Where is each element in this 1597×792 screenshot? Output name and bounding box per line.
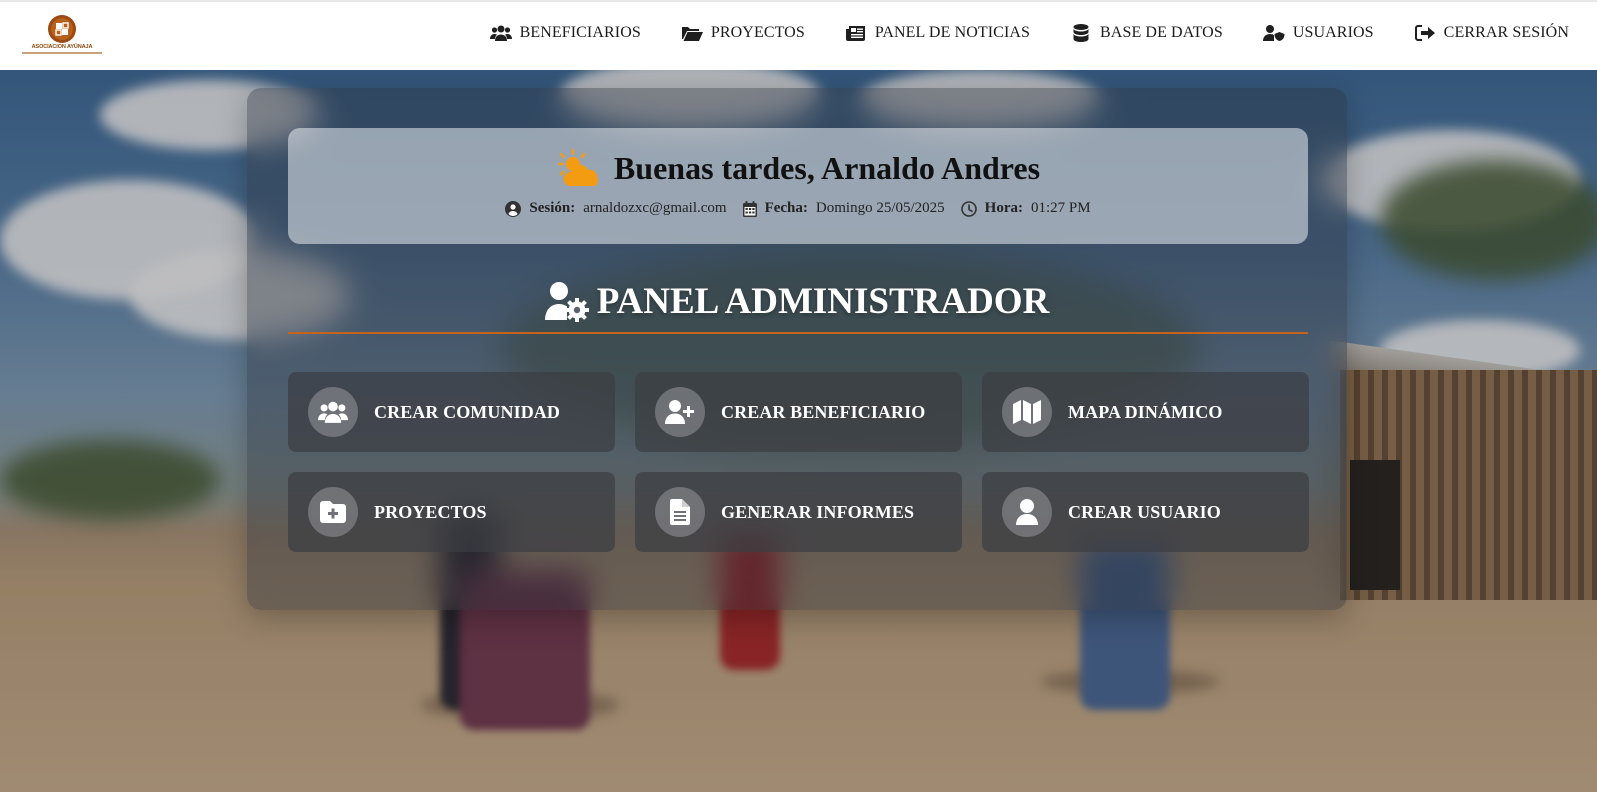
admin-actions-grid: CREAR COMUNIDAD CREAR BENEFICIARIO MAPA … <box>288 372 1309 552</box>
calendar-icon <box>742 200 757 217</box>
logo-text: ASOCIACION AYÜNAJA <box>31 44 93 50</box>
database-icon <box>1070 24 1092 42</box>
folder-plus-icon <box>308 487 358 537</box>
nav-label: USUARIOS <box>1292 24 1374 41</box>
heading-divider <box>288 332 1308 334</box>
session-info-email: Sesión: arnaldozxc@gmail.com <box>505 200 727 217</box>
users-icon <box>308 387 358 437</box>
action-label: CREAR BENEFICIARIO <box>721 401 926 422</box>
mapa-dinamico-button[interactable]: MAPA DINÁMICO <box>982 372 1309 452</box>
nav-label: BENEFICIARIOS <box>519 24 641 41</box>
main-nav: BENEFICIARIOS PROYECTOS PANEL DE NOTICIA… <box>450 24 1569 42</box>
dashboard-panel: Buenas tardes, Arnaldo Andres Sesión: ar… <box>247 88 1347 610</box>
map-icon <box>1002 387 1052 437</box>
user-circle-icon <box>505 200 522 217</box>
date-value: Domingo 25/05/2025 <box>815 200 945 216</box>
date-label: Fecha: <box>764 200 808 216</box>
generar-informes-button[interactable]: GENERAR INFORMES <box>635 472 962 552</box>
action-label: PROYECTOS <box>374 501 487 522</box>
logo-emblem-icon <box>48 15 76 43</box>
time-value: 01:27 PM <box>1031 200 1091 216</box>
user-cog-icon <box>544 281 589 322</box>
sign-out-icon <box>1414 24 1436 42</box>
user-shield-icon <box>1262 24 1285 42</box>
nav-label: PROYECTOS <box>710 24 805 41</box>
greeting-card: Buenas tardes, Arnaldo Andres Sesión: ar… <box>288 128 1308 244</box>
clock-icon <box>960 200 977 217</box>
proyectos-button[interactable]: PROYECTOS <box>288 472 615 552</box>
cloud-sun-icon <box>556 148 600 188</box>
admin-panel-title: PANEL ADMINISTRADOR <box>596 281 1050 322</box>
nav-usuarios[interactable]: USUARIOS <box>1262 24 1374 42</box>
user-icon <box>1002 487 1052 537</box>
time-label: Hora: <box>984 200 1023 216</box>
nav-proyectos[interactable]: PROYECTOS <box>681 24 805 42</box>
greeting-heading: Buenas tardes, Arnaldo Andres <box>288 148 1308 188</box>
organization-logo[interactable]: ASOCIACION AYÜNAJA <box>22 14 102 58</box>
logo-underline <box>22 52 102 54</box>
admin-panel-heading: PANEL ADMINISTRADOR <box>247 280 1347 323</box>
user-plus-icon <box>655 387 705 437</box>
nav-beneficiarios[interactable]: BENEFICIARIOS <box>489 24 641 42</box>
nav-base-de-datos[interactable]: BASE DE DATOS <box>1070 24 1223 42</box>
crear-comunidad-button[interactable]: CREAR COMUNIDAD <box>288 372 615 452</box>
session-label: Sesión: <box>529 200 576 216</box>
newspaper-icon <box>845 24 867 42</box>
action-label: MAPA DINÁMICO <box>1068 401 1223 422</box>
session-info-date: Fecha: Domingo 25/05/2025 <box>742 200 945 217</box>
session-info-time: Hora: 01:27 PM <box>960 200 1091 217</box>
action-label: GENERAR INFORMES <box>721 501 915 522</box>
users-icon <box>489 24 512 42</box>
nav-panel-de-noticias[interactable]: PANEL DE NOTICIAS <box>845 24 1030 42</box>
greeting-text: Buenas tardes, Arnaldo Andres <box>613 149 1041 186</box>
top-navigation-bar: ASOCIACION AYÜNAJA BENEFICIARIOS PROYECT… <box>0 0 1597 70</box>
nav-label: BASE DE DATOS <box>1100 24 1223 41</box>
folder-open-icon <box>681 24 703 42</box>
nav-cerrar-sesion[interactable]: CERRAR SESIÓN <box>1414 24 1569 42</box>
crear-beneficiario-button[interactable]: CREAR BENEFICIARIO <box>635 372 962 452</box>
session-info: Sesión: arnaldozxc@gmail.com Fecha: Domi… <box>288 200 1308 217</box>
crear-usuario-button[interactable]: CREAR USUARIO <box>982 472 1309 552</box>
action-label: CREAR COMUNIDAD <box>374 401 560 422</box>
nav-label: PANEL DE NOTICIAS <box>874 24 1031 41</box>
nav-label: CERRAR SESIÓN <box>1443 24 1569 41</box>
session-value: arnaldozxc@gmail.com <box>583 200 727 216</box>
file-text-icon <box>655 487 705 537</box>
action-label: CREAR USUARIO <box>1068 501 1221 522</box>
